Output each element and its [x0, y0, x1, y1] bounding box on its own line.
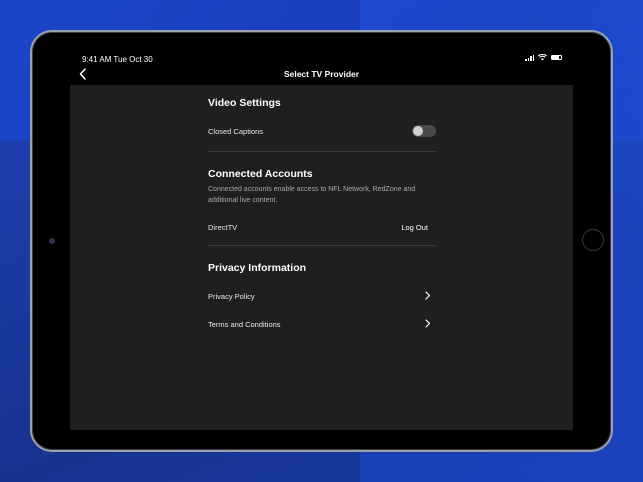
chevron-right-icon	[425, 291, 431, 300]
front-camera	[49, 238, 55, 244]
privacy-section: Privacy Information	[208, 262, 436, 274]
cellular-signal-icon	[525, 54, 534, 61]
closed-captions-toggle[interactable]	[412, 125, 436, 137]
section-title-connected-accounts: Connected Accounts	[208, 168, 313, 180]
page-title: Select TV Provider	[283, 69, 360, 79]
section-title-video-settings: Video Settings	[208, 97, 281, 109]
status-bar: 9:41 AM Tue Oct 30	[82, 54, 562, 66]
wifi-icon	[538, 54, 547, 61]
home-button[interactable]	[582, 229, 604, 251]
provider-name: DirectTV	[208, 223, 238, 232]
closed-captions-row: Closed Captions	[208, 125, 436, 139]
privacy-policy-row[interactable]: Privacy Policy	[208, 290, 436, 302]
terms-row[interactable]: Terms and Conditions	[208, 318, 436, 330]
closed-captions-label: Closed Captions	[208, 127, 264, 136]
video-settings-section: Video Settings	[208, 97, 436, 109]
connected-accounts-description: Connected accounts enable access to NFL …	[208, 186, 416, 204]
nav-bar: Select TV Provider	[70, 66, 573, 84]
divider	[208, 151, 436, 152]
log-out-button[interactable]: Log Out	[401, 223, 428, 232]
terms-label: Terms and Conditions	[208, 320, 281, 329]
connected-accounts-section: Connected Accounts Connected accounts en…	[208, 168, 436, 206]
section-title-privacy: Privacy Information	[208, 262, 307, 274]
divider	[208, 245, 436, 246]
status-time: 9:41 AM Tue Oct 30	[82, 55, 153, 64]
settings-content: Video Settings Closed Captions Connected…	[70, 85, 573, 430]
status-icons	[525, 54, 562, 61]
privacy-policy-label: Privacy Policy	[208, 292, 255, 301]
chevron-right-icon	[425, 319, 431, 328]
battery-icon	[551, 55, 562, 60]
toggle-knob	[413, 126, 423, 136]
provider-row: DirectTV Log Out	[208, 222, 436, 234]
